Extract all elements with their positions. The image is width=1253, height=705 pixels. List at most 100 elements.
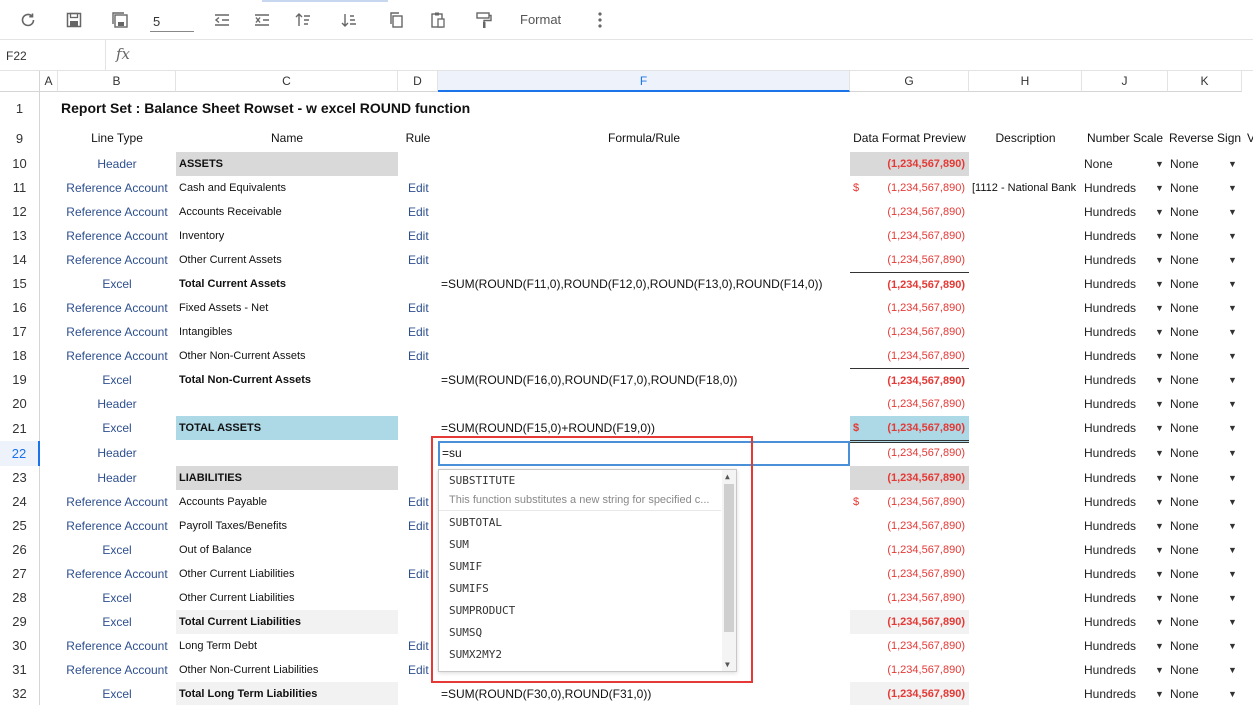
description-cell[interactable]: [1112 - National Bank — [969, 176, 1082, 200]
chevron-down-icon[interactable]: ▼ — [1228, 682, 1237, 705]
name-box[interactable]: F22 — [0, 40, 106, 71]
name-cell[interactable]: Intangibles — [176, 320, 398, 344]
line-type-cell[interactable]: Excel — [58, 586, 176, 610]
chevron-down-icon[interactable]: ▼ — [1228, 562, 1237, 586]
reverse-sign-select[interactable]: None — [1168, 416, 1228, 440]
row-header[interactable]: 10 — [0, 152, 40, 176]
rule-edit-link[interactable]: Edit — [398, 224, 438, 248]
chevron-down-icon[interactable]: ▼ — [1228, 538, 1237, 562]
more-options-icon[interactable] — [588, 8, 612, 32]
chevron-down-icon[interactable]: ▼ — [1155, 682, 1164, 705]
chevron-down-icon[interactable]: ▼ — [1155, 392, 1164, 416]
name-cell[interactable]: Cash and Equivalents — [176, 176, 398, 200]
reverse-sign-select[interactable]: None — [1168, 466, 1228, 490]
line-type-cell[interactable]: Excel — [58, 538, 176, 562]
name-cell[interactable]: Other Current Assets — [176, 248, 398, 272]
column-header-k[interactable]: K — [1168, 71, 1242, 92]
sort-descending-icon[interactable] — [337, 8, 361, 32]
line-type-cell[interactable]: Reference Account — [58, 634, 176, 658]
row-header[interactable]: 13 — [0, 224, 40, 248]
line-type-cell[interactable]: Excel — [58, 272, 176, 296]
row-header[interactable]: 31 — [0, 658, 40, 682]
reverse-sign-select[interactable]: None — [1168, 224, 1228, 248]
chevron-down-icon[interactable]: ▼ — [1155, 441, 1164, 465]
chevron-down-icon[interactable]: ▼ — [1155, 416, 1164, 440]
line-type-cell[interactable]: Header — [58, 441, 176, 465]
column-header-f[interactable]: F — [438, 71, 850, 92]
autocomplete-item[interactable]: SUMX2MY2 — [439, 644, 721, 666]
row-header[interactable]: 30 — [0, 634, 40, 658]
column-header-g[interactable]: G — [850, 71, 969, 92]
row-header[interactable]: 20 — [0, 392, 40, 416]
rule-edit-link[interactable]: Edit — [398, 296, 438, 320]
reverse-sign-select[interactable]: None — [1168, 586, 1228, 610]
name-cell[interactable]: LIABILITIES — [176, 466, 398, 490]
rule-edit-link[interactable]: Edit — [398, 320, 438, 344]
row-header[interactable]: 17 — [0, 320, 40, 344]
formula-cell[interactable]: =SUM(ROUND(F15,0)+ROUND(F19,0)) — [438, 416, 850, 440]
reverse-sign-select[interactable]: None — [1168, 514, 1228, 538]
chevron-down-icon[interactable]: ▼ — [1155, 200, 1164, 224]
autocomplete-item[interactable]: SUM — [439, 534, 721, 556]
row-header[interactable]: 18 — [0, 344, 40, 368]
row-header[interactable]: 9 — [0, 125, 40, 152]
grid-corner[interactable] — [0, 71, 40, 92]
name-cell[interactable]: Other Current Liabilities — [176, 562, 398, 586]
line-type-cell[interactable]: Header — [58, 392, 176, 416]
chevron-down-icon[interactable]: ▼ — [1155, 490, 1164, 514]
row-header[interactable]: 19 — [0, 368, 40, 392]
reverse-sign-select[interactable]: None — [1168, 344, 1228, 368]
reverse-sign-select[interactable]: None — [1168, 152, 1228, 176]
autocomplete-item[interactable]: SUMIFS — [439, 578, 721, 600]
reverse-sign-select[interactable]: None — [1168, 272, 1228, 296]
reverse-sign-select[interactable]: None — [1168, 200, 1228, 224]
formula-cell[interactable]: =SUM(ROUND(F30,0),ROUND(F31,0)) — [438, 682, 850, 705]
reverse-sign-select[interactable]: None — [1168, 441, 1228, 465]
column-header-c[interactable]: C — [176, 71, 398, 92]
cell-editor-f22[interactable]: =su — [438, 441, 850, 466]
row-header[interactable]: 26 — [0, 538, 40, 562]
chevron-down-icon[interactable]: ▼ — [1155, 610, 1164, 634]
chevron-down-icon[interactable]: ▼ — [1155, 344, 1164, 368]
reverse-sign-select[interactable]: None — [1168, 610, 1228, 634]
chevron-down-icon[interactable]: ▼ — [1228, 416, 1237, 440]
refresh-icon[interactable] — [16, 8, 40, 32]
chevron-down-icon[interactable]: ▼ — [1155, 320, 1164, 344]
format-painter-icon[interactable] — [472, 8, 496, 32]
rule-edit-link[interactable]: Edit — [398, 562, 438, 586]
chevron-down-icon[interactable]: ▼ — [1228, 248, 1237, 272]
name-cell[interactable]: Total Long Term Liabilities — [176, 682, 398, 705]
name-cell[interactable]: ASSETS — [176, 152, 398, 176]
name-cell[interactable]: TOTAL ASSETS — [176, 416, 398, 440]
chevron-down-icon[interactable]: ▼ — [1155, 562, 1164, 586]
save-icon[interactable] — [62, 8, 86, 32]
reverse-sign-select[interactable]: None — [1168, 562, 1228, 586]
chevron-down-icon[interactable]: ▼ — [1155, 466, 1164, 490]
reverse-sign-select[interactable]: None — [1168, 538, 1228, 562]
chevron-down-icon[interactable]: ▼ — [1228, 392, 1237, 416]
autocomplete-scroll-thumb[interactable] — [724, 484, 734, 632]
chevron-down-icon[interactable]: ▼ — [1155, 248, 1164, 272]
reverse-sign-select[interactable]: None — [1168, 320, 1228, 344]
line-type-cell[interactable]: Header — [58, 152, 176, 176]
row-header[interactable]: 16 — [0, 296, 40, 320]
row-header[interactable]: 14 — [0, 248, 40, 272]
reverse-sign-select[interactable]: None — [1168, 248, 1228, 272]
chevron-down-icon[interactable]: ▼ — [1228, 200, 1237, 224]
line-type-cell[interactable]: Reference Account — [58, 176, 176, 200]
chevron-down-icon[interactable]: ▼ — [1228, 490, 1237, 514]
reverse-sign-select[interactable]: None — [1168, 296, 1228, 320]
line-type-cell[interactable]: Header — [58, 466, 176, 490]
name-cell[interactable]: Total Non-Current Assets — [176, 368, 398, 392]
chevron-down-icon[interactable]: ▼ — [1228, 296, 1237, 320]
name-cell[interactable]: Inventory — [176, 224, 398, 248]
column-header-b[interactable]: B — [58, 71, 176, 92]
name-cell[interactable]: Payroll Taxes/Benefits — [176, 514, 398, 538]
chevron-down-icon[interactable]: ▼ — [1155, 272, 1164, 296]
line-type-cell[interactable]: Excel — [58, 682, 176, 705]
name-cell[interactable]: Accounts Payable — [176, 490, 398, 514]
column-header-j[interactable]: J — [1082, 71, 1168, 92]
row-header[interactable]: 25 — [0, 514, 40, 538]
chevron-down-icon[interactable]: ▼ — [1155, 152, 1164, 176]
rule-edit-link[interactable]: Edit — [398, 514, 438, 538]
